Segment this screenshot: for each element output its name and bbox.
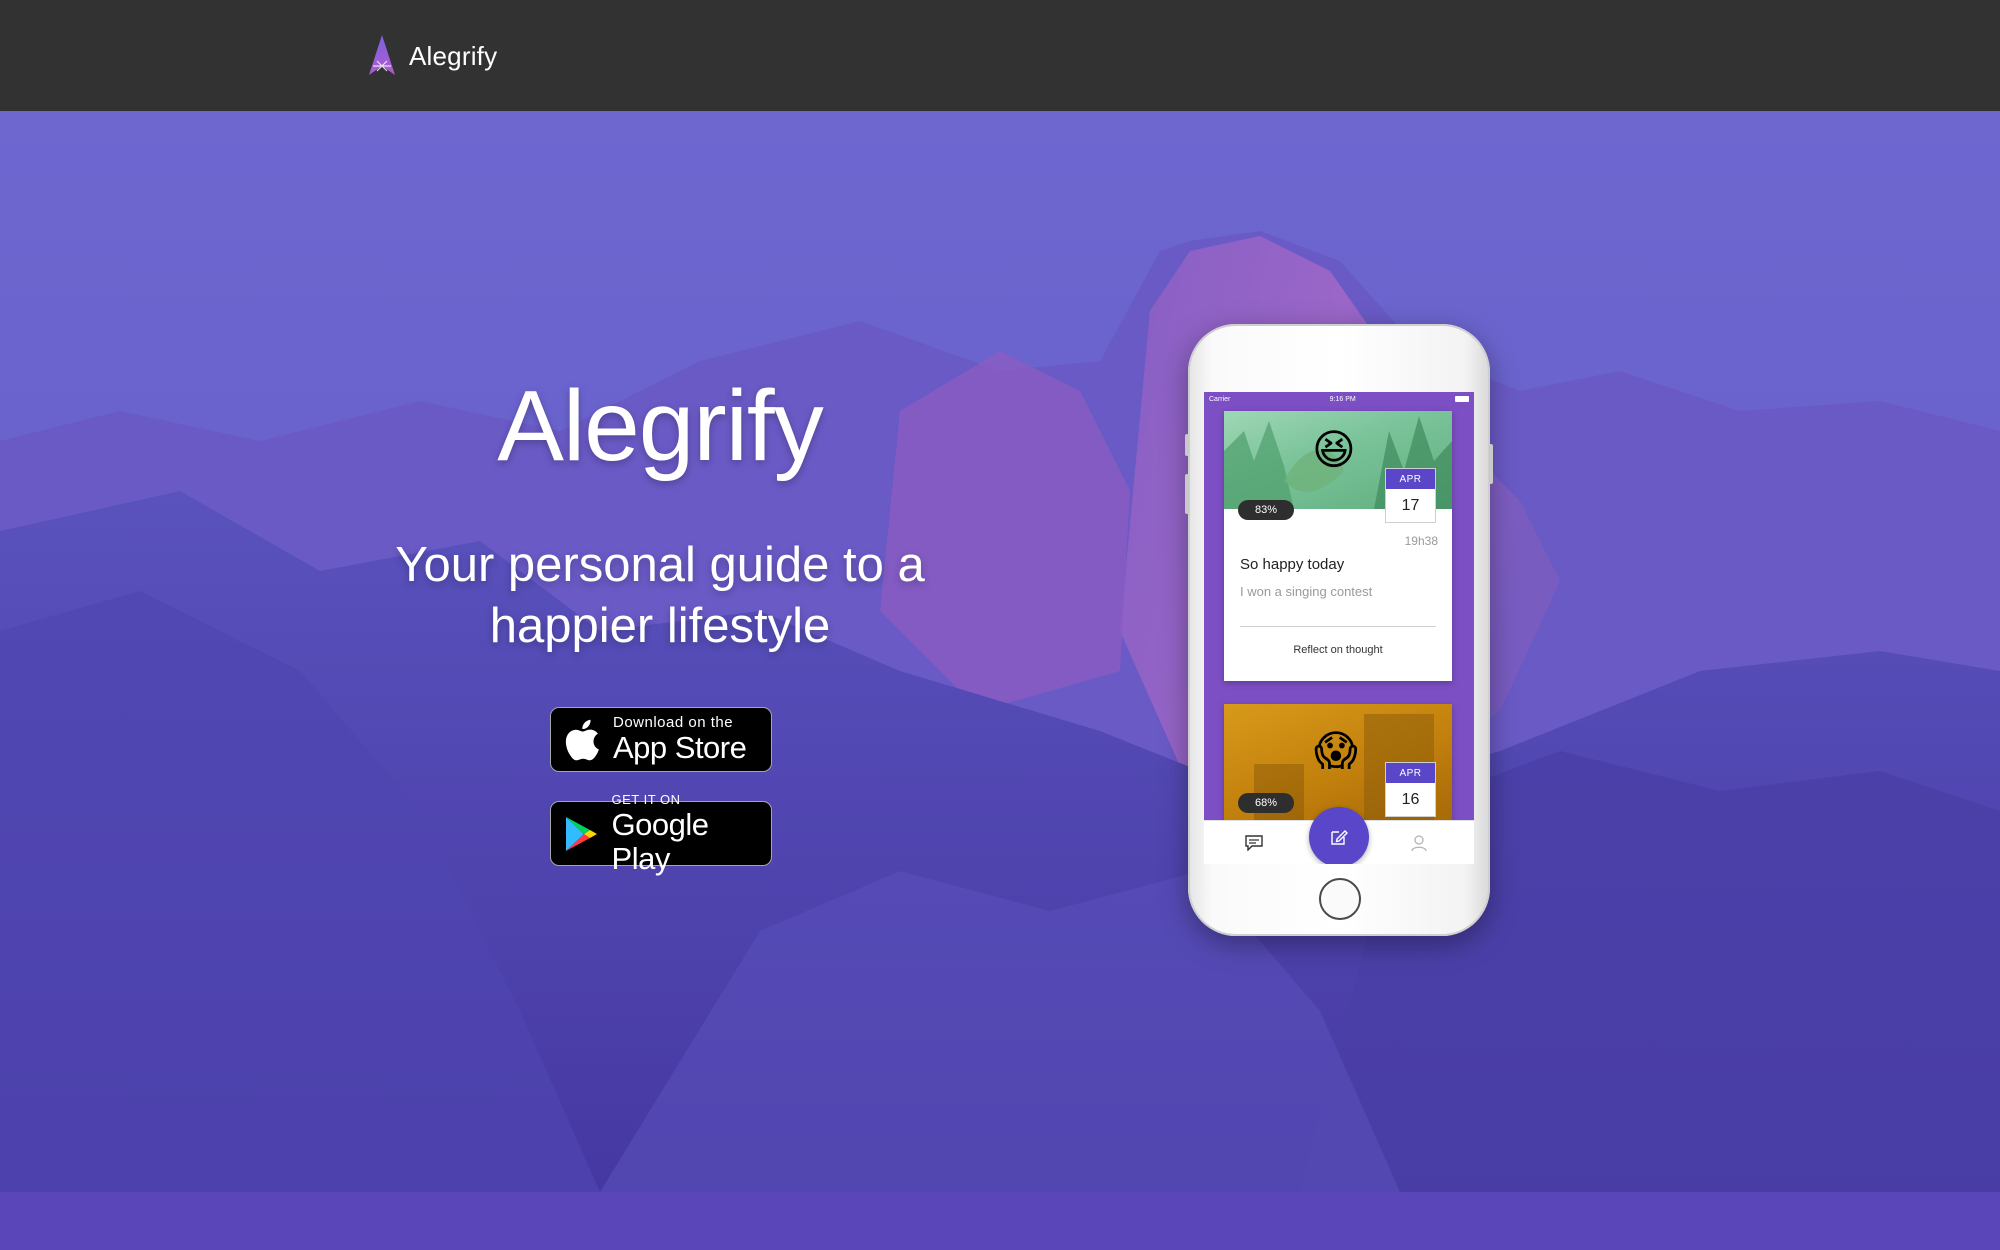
compose-button[interactable]	[1309, 807, 1369, 864]
google-play-badge[interactable]: GET IT ON Google Play	[550, 792, 772, 876]
top-navbar: Alegrify	[0, 0, 2000, 111]
edit-icon	[1331, 830, 1348, 845]
happiness-percent: 68%	[1238, 793, 1294, 813]
app-store-large-text: App Store	[613, 730, 747, 765]
app-store-badge[interactable]: Download on the App Store	[550, 707, 772, 772]
phone-side-button	[1185, 434, 1189, 456]
emotion-emoji: 😱	[1314, 727, 1358, 774]
phone-mockup: Carrier 9:16 PM 😆 83% APR 17 19h38 So ha…	[1185, 324, 1493, 936]
google-play-large-text: Google Play	[611, 807, 709, 876]
emotion-emoji: 😆	[1312, 426, 1356, 473]
phone-screen: Carrier 9:16 PM 😆 83% APR 17 19h38 So ha…	[1204, 392, 1474, 864]
hero-subtitle: Your personal guide to a happier lifesty…	[395, 538, 925, 653]
reflect-button[interactable]: Reflect on thought	[1224, 644, 1452, 656]
date-month: APR	[1386, 469, 1435, 489]
footer-band	[0, 1192, 2000, 1250]
apple-icon	[551, 708, 613, 771]
date-day: 16	[1401, 791, 1420, 808]
thought-card[interactable]: 😆 83% APR 17 19h38 So happy today I won …	[1224, 411, 1452, 681]
phone-status-bar: Carrier 9:16 PM	[1204, 392, 1474, 406]
phone-tab-bar	[1204, 807, 1474, 864]
card-text: I won a singing contest	[1240, 584, 1373, 599]
date-day: 17	[1401, 497, 1420, 514]
profile-icon[interactable]	[1409, 833, 1429, 853]
status-time: 9:16 PM	[1329, 395, 1356, 403]
card-divider	[1240, 626, 1436, 627]
google-play-small-text: GET IT ON	[611, 792, 681, 807]
card-time: 19h38	[1404, 534, 1438, 548]
brand-link[interactable]: Alegrify	[365, 33, 497, 79]
chat-icon[interactable]	[1244, 833, 1264, 853]
happiness-percent: 83%	[1238, 500, 1294, 520]
phone-side-button	[1185, 474, 1189, 514]
date-box: APR 17	[1385, 468, 1436, 523]
card-title: So happy today	[1240, 556, 1345, 573]
status-carrier: Carrier	[1209, 395, 1231, 403]
mountain-background	[0, 111, 2000, 1192]
phone-home-button	[1319, 878, 1361, 920]
hero-section: Alegrify Your personal guide to a happie…	[0, 111, 2000, 1192]
date-month: APR	[1386, 763, 1435, 783]
phone-side-button	[1489, 444, 1493, 484]
hero-title: Alegrify	[497, 370, 823, 482]
battery-icon	[1455, 396, 1469, 402]
date-box: APR 16	[1385, 762, 1436, 817]
google-play-icon	[551, 802, 612, 865]
app-store-small-text: Download on the	[613, 714, 734, 731]
brand-name: Alegrify	[409, 40, 498, 71]
alegrify-star-logo-icon	[369, 35, 395, 75]
